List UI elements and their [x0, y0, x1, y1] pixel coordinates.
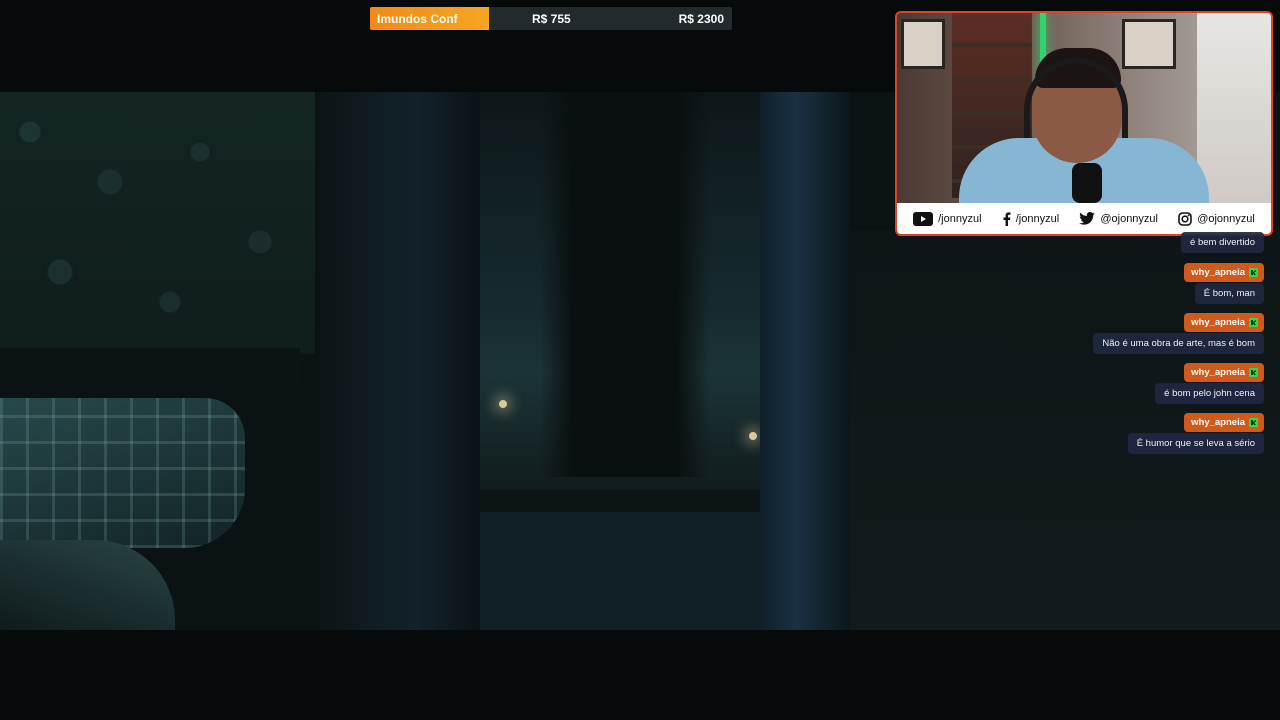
social-youtube: /jonnyzul: [913, 211, 982, 226]
chat-username-text: why_apneia: [1191, 417, 1245, 428]
wallpaper: [0, 92, 315, 354]
letterbox-bottom: [0, 630, 1280, 720]
curtain-right: [760, 92, 850, 630]
chat-message: É bom, man: [1194, 283, 1264, 304]
webcam-overlay: /jonnyzul /jonnyzul @ojonnyzul @ojonnyzu…: [895, 11, 1273, 236]
youtube-handle: /jonnyzul: [938, 212, 982, 225]
facebook-handle: /jonnyzul: [1015, 212, 1060, 225]
facebook-icon: [1003, 211, 1011, 226]
kick-badge-icon: [1249, 318, 1258, 327]
youtube-icon: [913, 211, 934, 226]
chat-username-text: why_apneia: [1191, 267, 1245, 278]
microphone: [1072, 163, 1102, 203]
social-links-bar: /jonnyzul /jonnyzul @ojonnyzul @ojonnyzu…: [897, 203, 1271, 234]
kick-badge-icon: [1249, 368, 1258, 377]
chat-username: why_apneia: [1184, 313, 1264, 332]
chat-username-text: why_apneia: [1191, 367, 1245, 378]
wall-below-window: [480, 512, 780, 630]
chat-message: é bom pelo john cena: [1155, 383, 1264, 404]
window-sill: [480, 490, 790, 512]
curtain-left: [320, 92, 480, 630]
pillow: [0, 398, 245, 548]
social-twitter: @ojonnyzul: [1079, 212, 1158, 225]
chat-message: é bem divertido: [1181, 232, 1264, 253]
instagram-icon: [1178, 211, 1193, 226]
headboard: [0, 348, 300, 390]
donation-goal-bar: Imundos Conf R$ 755 R$ 2300: [370, 7, 732, 30]
window-silhouette: [540, 92, 710, 477]
chat-username: why_apneia: [1184, 263, 1264, 282]
goal-label: Imundos Conf: [377, 12, 458, 26]
poster: [1122, 19, 1176, 69]
chat-message: Não é uma obra de arte, mas é bom: [1093, 333, 1264, 354]
street-lamp-left: [499, 400, 507, 408]
kick-badge-icon: [1249, 418, 1258, 427]
street-lamp-right: [749, 432, 757, 440]
goal-target-amount: R$ 2300: [678, 12, 724, 26]
twitter-handle: @ojonnyzul: [1100, 212, 1158, 225]
goal-current-amount: R$ 755: [532, 12, 571, 26]
social-facebook: /jonnyzul: [1002, 211, 1060, 226]
poster: [901, 19, 945, 69]
chat-username-text: why_apneia: [1191, 317, 1245, 328]
chat-message: É humor que se leva a sério: [1127, 433, 1264, 454]
social-instagram: @ojonnyzul: [1178, 211, 1255, 226]
kick-badge-icon: [1249, 268, 1258, 277]
fridge: [1197, 13, 1271, 203]
chat-username: why_apneia: [1184, 363, 1264, 382]
chat-username: why_apneia: [1184, 413, 1264, 432]
twitter-icon: [1079, 212, 1096, 225]
instagram-handle: @ojonnyzul: [1197, 212, 1255, 225]
